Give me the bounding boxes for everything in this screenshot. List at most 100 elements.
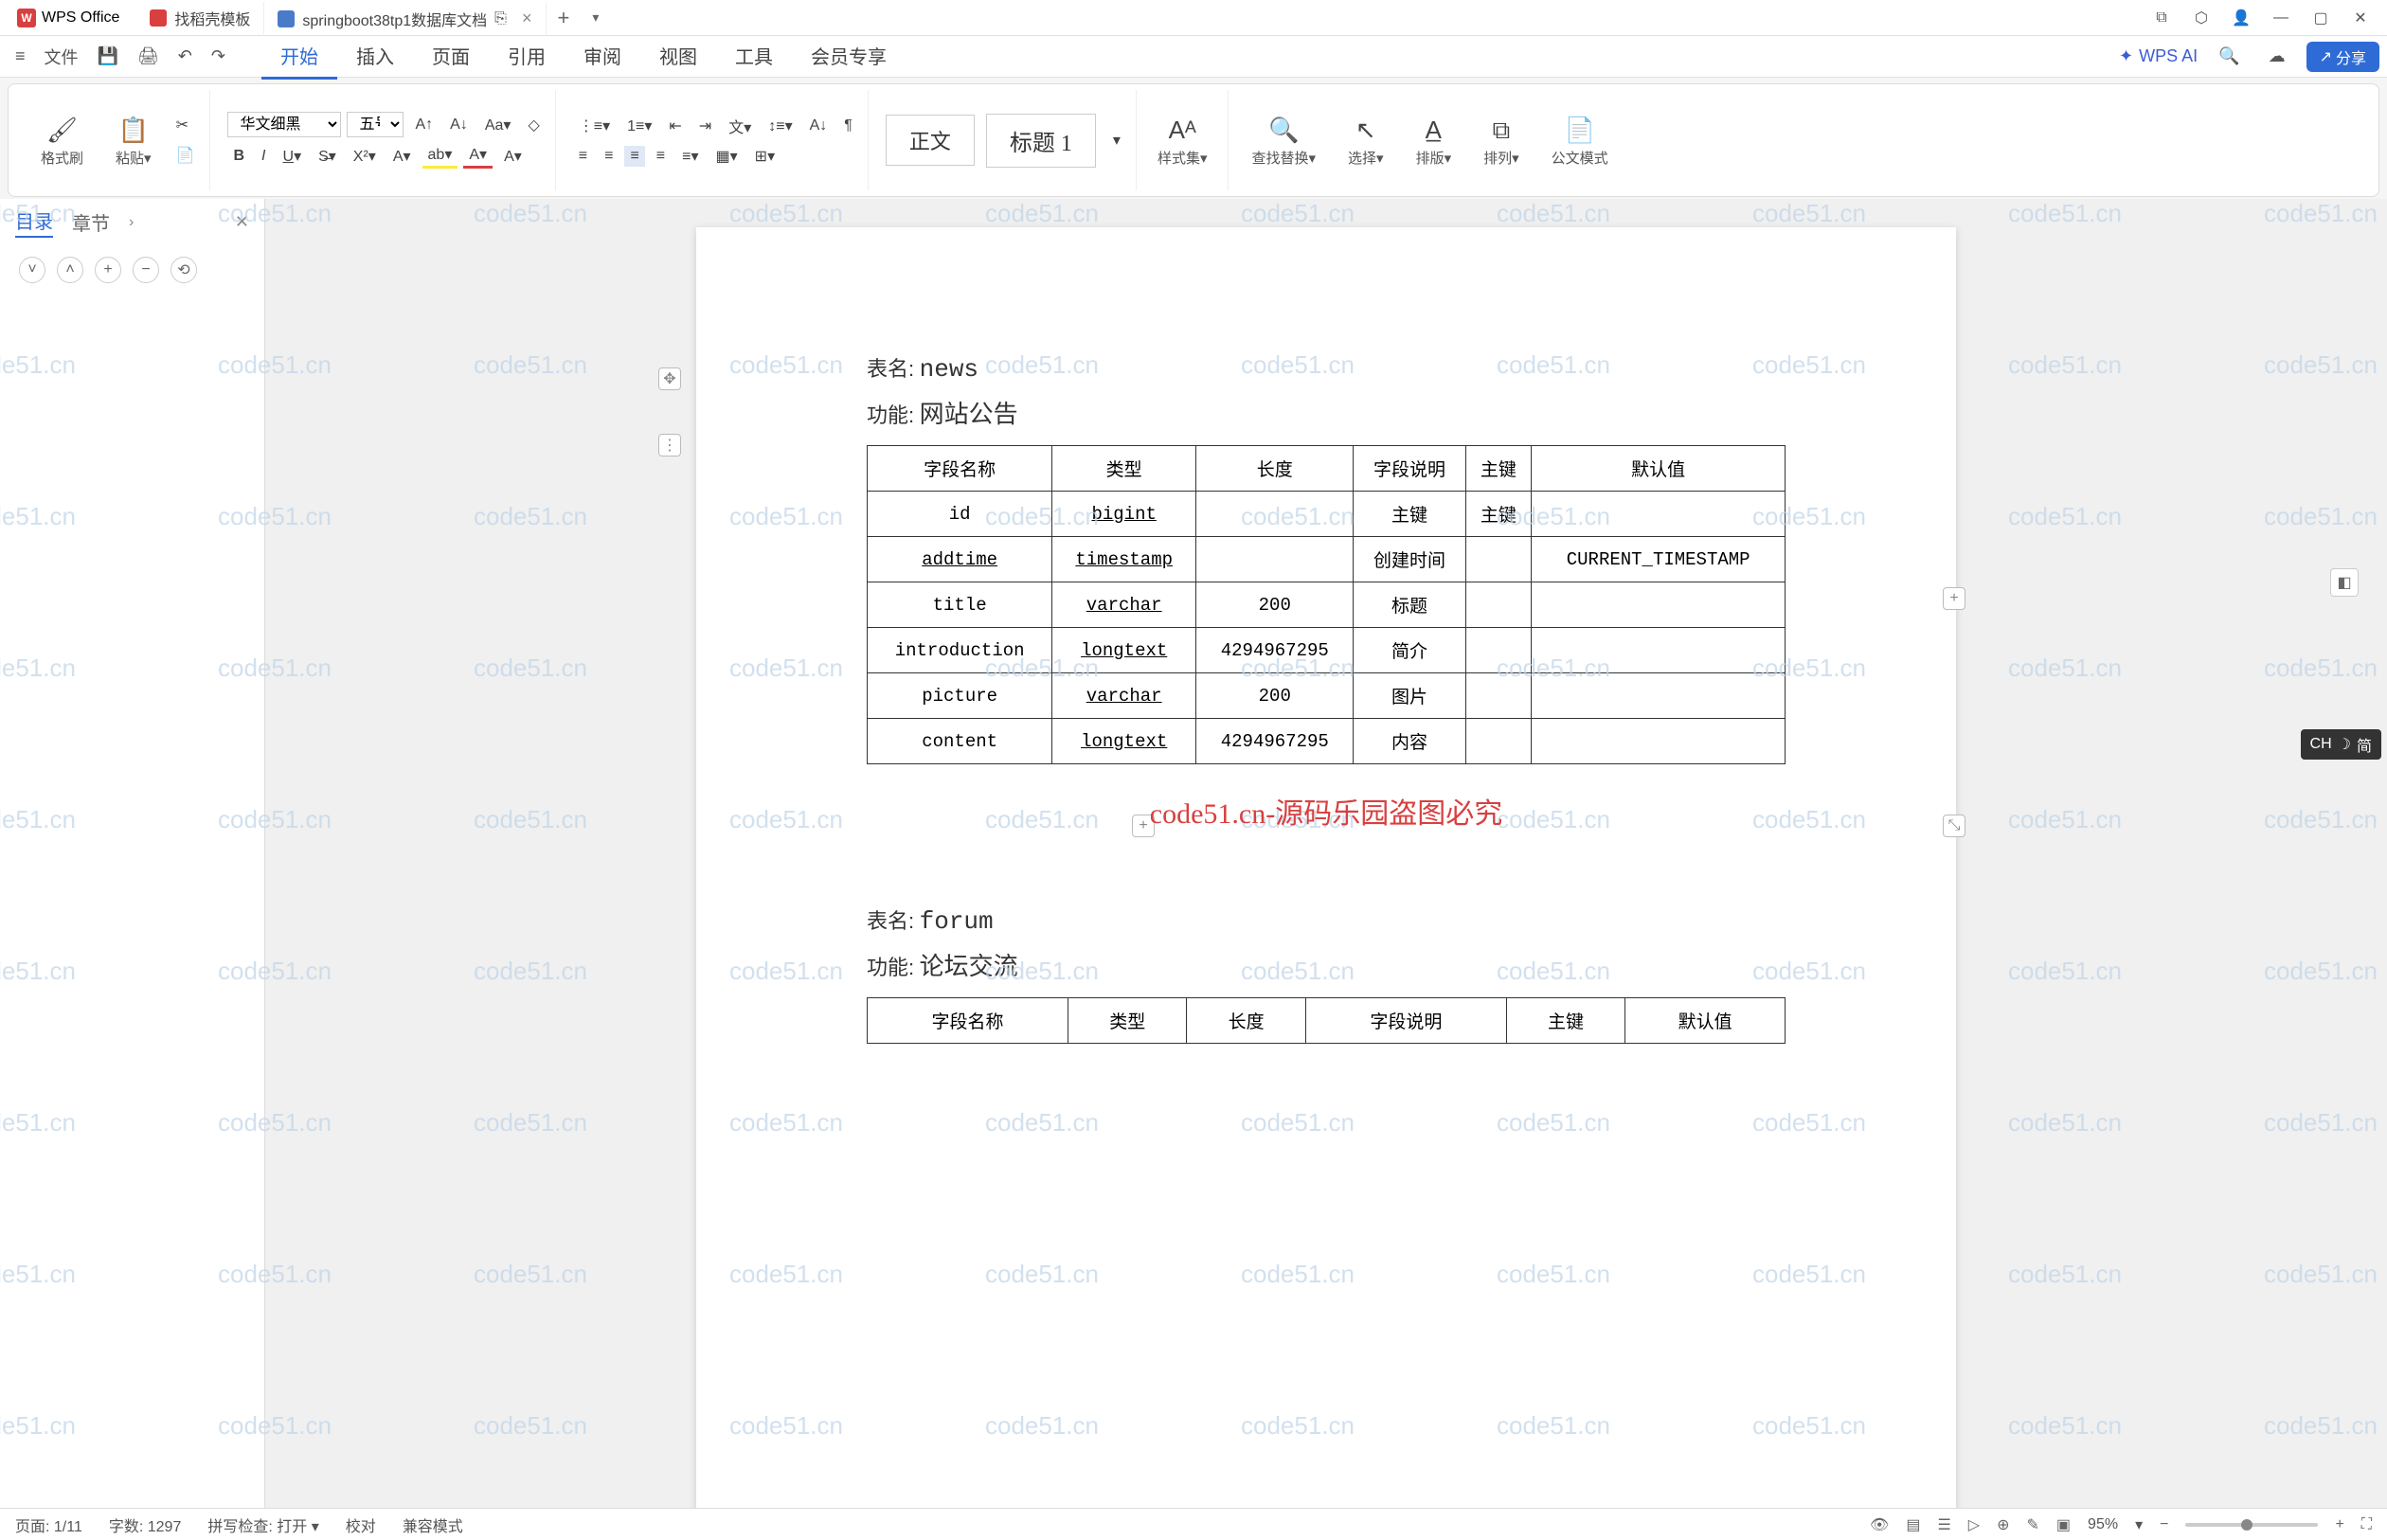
change-case-icon[interactable]: Aa▾ (479, 114, 517, 136)
print-icon[interactable]: 🖨 (130, 43, 167, 70)
menu-tab-review[interactable]: 审阅 (565, 34, 640, 80)
page-view-icon[interactable]: ▤ (1906, 1515, 1920, 1534)
document-area[interactable]: ✥ ⋮ 表名: news 功能: 网站公告 字段名称 类型 长度 字段说明 主键… (265, 199, 2387, 1508)
highlight-button[interactable]: ab▾ (422, 143, 458, 169)
status-page[interactable]: 页面: 1/11 (15, 1513, 82, 1536)
tab-pin-icon[interactable]: ⎘ (494, 10, 507, 27)
show-marks-button[interactable]: ¶ (838, 116, 858, 136)
menu-tab-tools[interactable]: 工具 (716, 34, 792, 80)
line-spacing-button[interactable]: ↕≡▾ (763, 115, 798, 137)
menu-tab-page[interactable]: 页面 (413, 34, 489, 80)
file-menu[interactable]: 文件 (37, 41, 86, 73)
close-icon[interactable]: × (522, 9, 532, 28)
align-left-button[interactable]: ≡ (573, 146, 593, 167)
tab-menu-button[interactable]: ▾ (581, 9, 610, 26)
zoom-dropdown-icon[interactable]: ▾ (2135, 1515, 2143, 1534)
align-center-button[interactable]: ≡ (599, 146, 619, 167)
maximize-button[interactable]: ▢ (2309, 7, 2332, 29)
share-button[interactable]: ↗ 分享 (2306, 42, 2379, 72)
zoom-out-button[interactable]: − (2160, 1516, 2168, 1533)
italic-button[interactable]: I (256, 146, 271, 167)
search-icon[interactable]: 🔍 (2211, 43, 2247, 70)
clear-format-icon[interactable]: ◇ (522, 114, 545, 136)
bold-button[interactable]: B (227, 146, 250, 167)
chevron-right-icon[interactable]: › (129, 214, 134, 231)
table-move-handle[interactable]: ✥ (658, 367, 681, 390)
shading-button[interactable]: ▦▾ (710, 145, 744, 168)
decrease-font-icon[interactable]: A↓ (444, 115, 474, 135)
styles-more-button[interactable]: ▾ (1107, 129, 1126, 152)
remove-button[interactable]: − (133, 257, 159, 283)
zoom-in-button[interactable]: + (2335, 1516, 2343, 1533)
char-shading-button[interactable]: A▾ (498, 145, 528, 168)
play-icon[interactable]: ▷ (1968, 1515, 1980, 1534)
edit-icon[interactable]: ✎ (2027, 1515, 2039, 1534)
sidepanel-tab-toc[interactable]: 目录 (15, 206, 53, 238)
menu-tab-reference[interactable]: 引用 (489, 34, 565, 80)
font-size-select[interactable]: 五号 (347, 112, 404, 137)
tab-template[interactable]: 找稻壳模板 (136, 2, 264, 34)
distribute-button[interactable]: ≡▾ (676, 145, 704, 168)
tab-document[interactable]: springboot38tp1数据库文档 ⎘ × (264, 2, 546, 34)
eye-icon[interactable]: 👁 (1870, 1515, 1889, 1534)
web-view-icon[interactable]: ⊕ (1997, 1515, 2009, 1534)
font-select[interactable]: 华文细黑 (227, 112, 341, 137)
superscript-button[interactable]: X²▾ (348, 145, 382, 168)
zoom-slider[interactable] (2185, 1523, 2318, 1527)
arrange-button[interactable]: ⧉ 排列▾ (1470, 114, 1533, 168)
style-normal[interactable]: 正文 (886, 115, 975, 166)
close-icon[interactable]: ✕ (235, 212, 249, 232)
sort-button[interactable]: A↓ (804, 116, 834, 136)
redo-icon[interactable]: ↷ (204, 43, 233, 70)
wps-ai-button[interactable]: ✦ WPS AI (2119, 46, 2198, 66)
new-tab-button[interactable]: + (547, 6, 582, 30)
numbering-button[interactable]: 1≡▾ (621, 115, 657, 137)
focus-icon[interactable]: ▣ (2056, 1515, 2071, 1534)
menu-tab-start[interactable]: 开始 (261, 34, 337, 80)
format-painter-button[interactable]: 🖌 格式刷 (27, 114, 97, 168)
undo-icon[interactable]: ↶ (170, 43, 200, 70)
increase-indent-button[interactable]: ⇥ (693, 115, 717, 137)
align-right-button[interactable]: ≡ (624, 146, 644, 167)
bullets-button[interactable]: ⋮≡▾ (573, 115, 616, 137)
layout-icon[interactable]: ⧉ (2150, 7, 2173, 29)
find-replace-button[interactable]: 🔍 查找替换▾ (1238, 114, 1329, 168)
doc-mode-button[interactable]: 📄 公文模式 (1538, 114, 1622, 168)
collapse-up-button[interactable]: ˄ (57, 257, 83, 283)
style-heading1[interactable]: 标题 1 (986, 114, 1096, 168)
cut-icon[interactable]: ✂ (170, 114, 201, 136)
layout-button[interactable]: A̲ 排版▾ (1403, 114, 1465, 168)
underline-button[interactable]: U▾ (278, 145, 308, 168)
status-spellcheck[interactable]: 拼写检查: 打开 ▾ (207, 1513, 318, 1536)
menu-tab-view[interactable]: 视图 (640, 34, 716, 80)
zoom-thumb[interactable] (2241, 1519, 2252, 1531)
copy-icon[interactable]: 📄 (170, 144, 201, 167)
status-proofread[interactable]: 校对 (346, 1513, 376, 1536)
text-direction-button[interactable]: 文▾ (723, 113, 757, 139)
menu-icon[interactable]: ≡ (8, 43, 33, 70)
status-compat[interactable]: 兼容模式 (403, 1513, 463, 1536)
float-tool-1[interactable]: ◧ (2330, 568, 2359, 597)
fullscreen-icon[interactable]: ⛶ (2361, 1516, 2372, 1533)
menu-tab-member[interactable]: 会员专享 (792, 34, 906, 80)
align-justify-button[interactable]: ≡ (651, 146, 671, 167)
collapse-down-button[interactable]: ˅ (19, 257, 45, 283)
borders-button[interactable]: ⊞▾ (749, 145, 781, 168)
minimize-button[interactable]: — (2270, 7, 2292, 29)
refresh-button[interactable]: ⟲ (170, 257, 197, 283)
close-button[interactable]: ✕ (2349, 7, 2372, 29)
table-row-handle[interactable]: ⋮ (658, 434, 681, 457)
add-button[interactable]: + (95, 257, 121, 283)
menu-tab-insert[interactable]: 插入 (337, 34, 413, 80)
save-icon[interactable]: 💾 (90, 43, 126, 70)
sidepanel-tab-chapter[interactable]: 章节 (72, 208, 110, 236)
status-words[interactable]: 字数: 1297 (109, 1513, 182, 1536)
increase-font-icon[interactable]: A↑ (409, 115, 439, 135)
strikethrough-button[interactable]: S̶▾ (313, 145, 342, 168)
font-color-button[interactable]: A▾ (463, 143, 493, 169)
zoom-value[interactable]: 95% (2088, 1516, 2118, 1533)
text-effects-button[interactable]: A▾ (387, 145, 417, 168)
outline-view-icon[interactable]: ☰ (1937, 1515, 1950, 1534)
cloud-icon[interactable]: ☁ (2261, 43, 2293, 70)
cube-icon[interactable]: ⬡ (2190, 7, 2213, 29)
